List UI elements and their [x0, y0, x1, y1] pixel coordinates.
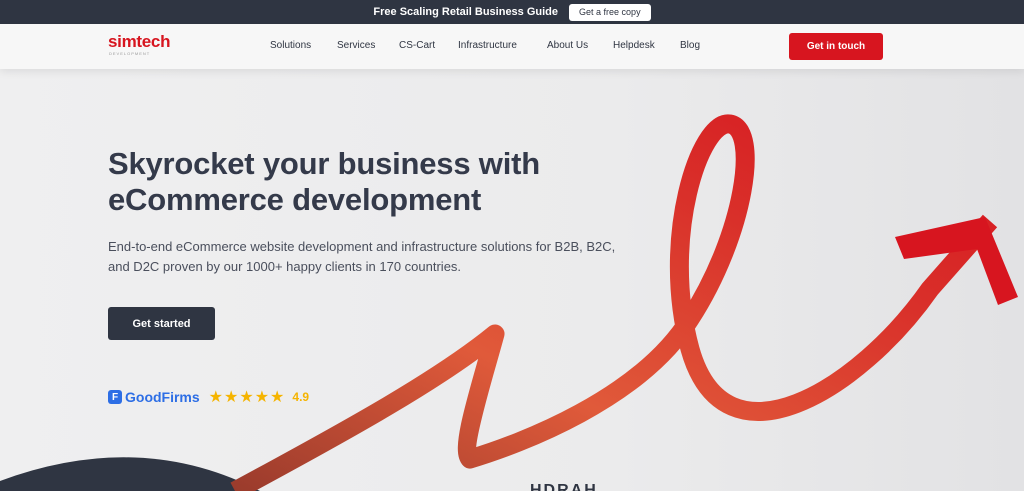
hero-title-line-1: Skyrocket your business with [108, 146, 540, 181]
logo-subtitle: DEVELOPMENT [109, 51, 151, 56]
goodfirms-brand: GoodFirms [125, 389, 200, 405]
nav-about-us[interactable]: About Us [547, 40, 588, 51]
nav-services[interactable]: Services [337, 40, 375, 51]
rating-stars: ★★★★★ [208, 389, 286, 406]
logo-wordmark: simtech [108, 32, 171, 51]
nav-infrastructure[interactable]: Infrastructure [458, 40, 517, 51]
get-free-copy-button[interactable]: Get a free copy [569, 3, 651, 21]
nav-cs-cart[interactable]: CS-Cart [399, 40, 435, 51]
promo-bar: Free Scaling Retail Business Guide Get a… [0, 0, 1024, 24]
partial-section-heading: HDRAH [530, 482, 598, 491]
hero-description-line-1: End-to-end eCommerce website development… [108, 239, 616, 254]
hero-section: Skyrocket your business with eCommerce d… [0, 69, 1024, 491]
hero-description: End-to-end eCommerce website development… [108, 237, 648, 277]
main-navigation: simtech DEVELOPMENT Solutions Services C… [0, 24, 1024, 69]
get-in-touch-button[interactable]: Get in touch [789, 33, 883, 60]
dark-curve-shape [0, 457, 260, 491]
rocket-swoosh-graphic [0, 114, 1018, 491]
rating-score: 4.9 [292, 390, 310, 404]
nav-helpdesk[interactable]: Helpdesk [613, 40, 655, 51]
goodfirms-icon: F [108, 390, 122, 404]
goodfirms-rating[interactable]: F GoodFirms ★★★★★ 4.9 [108, 387, 309, 407]
hero-title: Skyrocket your business with eCommerce d… [108, 146, 628, 218]
nav-solutions[interactable]: Solutions [270, 40, 311, 51]
nav-blog[interactable]: Blog [680, 40, 700, 51]
hero-title-line-2: eCommerce development [108, 182, 482, 217]
simtech-logo[interactable]: simtech DEVELOPMENT [108, 33, 170, 57]
hero-description-line-2: and D2C proven by our 1000+ happy client… [108, 259, 462, 274]
get-started-button[interactable]: Get started [108, 307, 215, 340]
promo-text: Free Scaling Retail Business Guide [373, 6, 559, 18]
